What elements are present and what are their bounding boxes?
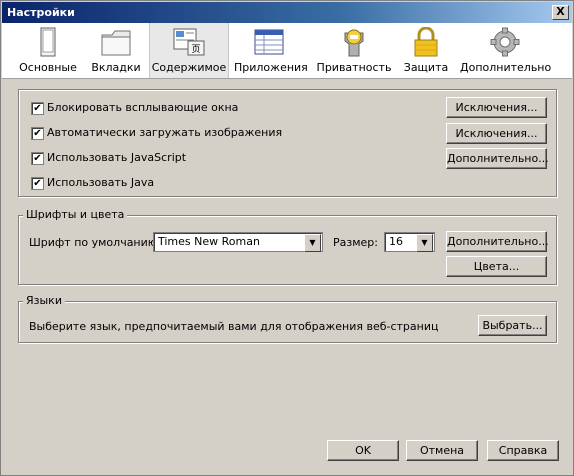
window-title: Настройки [7,6,75,19]
popup-exceptions-button[interactable]: Исключения... [446,97,547,118]
tabs-icon [101,30,131,56]
preferences-toolbar: Основные Вкладки 页 Содержимое Приложения… [2,23,572,79]
cancel-button[interactable]: Отмена [406,440,478,461]
font-size-select[interactable]: 16 ▼ [384,232,435,252]
font-size-value: 16 [389,235,403,248]
tab-label: Приложения [234,61,308,74]
close-button[interactable]: X [552,5,569,20]
help-button[interactable]: Справка [487,440,559,461]
chevron-down-icon[interactable]: ▼ [416,234,433,252]
tab-general[interactable]: Основные [17,23,79,78]
tab-label: Дополнительно [460,61,552,74]
java-label: Использовать Java [47,176,155,189]
block-popups-checkbox[interactable]: ✔ [31,102,44,115]
default-font-select[interactable]: Times New Roman ▼ [153,232,323,252]
images-exceptions-button[interactable]: Исключения... [446,123,547,144]
advanced-gear-icon [490,27,520,57]
languages-group-title: Языки [23,294,65,307]
tab-content[interactable]: 页 Содержимое [149,23,229,78]
block-popups-label: Блокировать всплывающие окна [47,101,239,114]
tab-label: Защита [403,61,449,74]
title-bar[interactable]: Настройки X [2,2,572,23]
tab-privacy[interactable]: Приватность [316,23,392,78]
tab-label: Вкладки [91,61,141,74]
privacy-icon [344,29,364,57]
default-font-value: Times New Roman [158,235,260,248]
content-icon: 页 [173,28,205,56]
tab-label: Приватность [316,61,392,74]
general-icon [40,27,56,57]
colors-button[interactable]: Цвета... [446,256,547,277]
load-images-label: Автоматически загружать изображения [47,126,283,139]
fonts-colors-group: Шрифты и цвета Шрифт по умолчанию: Times… [18,208,557,285]
languages-description: Выберите язык, предпочитаемый вами для о… [29,320,439,333]
chevron-down-icon[interactable]: ▼ [304,234,321,252]
tab-security[interactable]: Защита [400,23,452,78]
tab-label: Содержимое [151,61,227,74]
ok-button[interactable]: OK [327,440,399,461]
tab-applications[interactable]: Приложения [234,23,308,78]
security-lock-icon [414,27,438,57]
tab-label: Основные [19,61,77,74]
languages-group: Языки Выберите язык, предпочитаемый вами… [18,294,557,343]
tab-tabs[interactable]: Вкладки [86,23,146,78]
javascript-label: Использовать JavaScript [47,151,187,164]
svg-text:页: 页 [191,44,200,55]
javascript-advanced-button[interactable]: Дополнительно... [446,148,549,169]
content-options-group: ✔ Блокировать всплывающие окна Исключени… [18,89,557,197]
font-size-label: Размер: [333,236,378,249]
fonts-advanced-button[interactable]: Дополнительно... [446,231,549,252]
java-checkbox[interactable]: ✔ [31,177,44,190]
javascript-checkbox[interactable]: ✔ [31,152,44,165]
default-font-label: Шрифт по умолчанию: [29,236,161,249]
applications-icon [254,29,284,55]
settings-window: Настройки X Основные Вкладки 页 Содержимо… [0,0,574,476]
fonts-group-title: Шрифты и цвета [23,208,128,221]
choose-language-button[interactable]: Выбрать... [478,315,547,336]
load-images-checkbox[interactable]: ✔ [31,127,44,140]
tab-advanced[interactable]: Дополнительно [460,23,552,78]
